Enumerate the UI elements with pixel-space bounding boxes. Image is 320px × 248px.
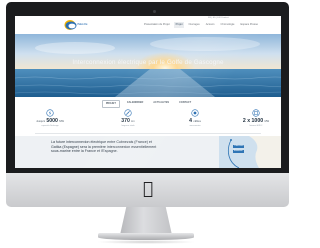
stat-exchange-capacity: Jusqu'à 5000 MW capacité d'échange <box>25 109 75 128</box>
stat-unit: MW <box>264 120 270 123</box>
screen: INELFE Presentation du Projet Projet Ouvra… <box>15 16 281 168</box>
tab-actualites[interactable]: ACTUALITES <box>150 100 172 108</box>
tab-calendrier[interactable]: CALENDRIER <box>124 100 146 108</box>
stat-caption: capacité d'échange <box>41 125 59 127</box>
stat-caption: liaisons HVDC <box>249 125 263 127</box>
stat-unit: km <box>131 120 135 123</box>
logo-text: INELFE <box>77 22 88 26</box>
ruler-icon <box>124 109 132 117</box>
tab-projet[interactable]: PROJET <box>101 100 120 108</box>
project-description: La future interconnexion électrique entr… <box>51 140 157 154</box>
stat-number: 5000 <box>46 118 58 124</box>
nav-item[interactable]: Chronologie <box>219 22 237 28</box>
stat-caption: longueur totale <box>121 125 135 127</box>
stat-converters: 2 x 1000 MW liaisons HVDC <box>231 109 281 128</box>
header-utility-links[interactable]: FR | ES | EN Contact <box>208 17 229 20</box>
monitor-stand <box>120 207 172 235</box>
stat-unit: MW <box>59 120 64 123</box>
site-logo[interactable]: INELFE <box>64 19 94 31</box>
cable-icon <box>191 109 199 117</box>
nav-item[interactable]: Ouvrages <box>186 22 201 28</box>
stat-number: 4 <box>189 118 192 124</box>
nav-item[interactable]: Projet <box>173 22 185 28</box>
stat-prefix: Jusqu'à <box>36 120 45 123</box>
map-label-origin: Cubnezais <box>233 145 245 148</box>
stat-number: 370 <box>121 118 130 124</box>
hero-title: Interconnexion électrique par le Golfe d… <box>72 59 224 66</box>
stat-caption: sous-marins <box>189 125 201 127</box>
converter-icon <box>252 109 260 117</box>
power-icon <box>46 109 54 117</box>
main-nav: Presentation du Projet Projet Ouvrages Acte… <box>142 21 262 29</box>
hero-banner: Interconnexion électrique par le Golfe d… <box>15 34 281 97</box>
imac-stage: INELFE Presentation du Projet Projet Ouvra… <box>0 0 291 248</box>
nav-item[interactable]: Acteurs <box>204 22 217 28</box>
stat-number: 2 x 1000 <box>242 118 264 124</box>
site-header: INELFE Presentation du Projet Projet Ouvra… <box>15 16 281 34</box>
map-label-city: Bordeaux <box>233 150 244 153</box>
section-divider <box>35 133 261 134</box>
stat-cables: 4 câbles sous-marins <box>170 109 220 128</box>
section-tabs: PROJET CALENDRIER ACTUALITES CONTACT <box>15 100 281 108</box>
stat-unit: câbles <box>193 120 201 123</box>
tab-contact[interactable]: CONTACT <box>176 100 194 108</box>
stand-shadow <box>96 240 196 244</box>
apple-logo-icon:  <box>139 179 157 199</box>
route-map-graphic <box>219 136 281 168</box>
nav-item[interactable]: Espace Presse <box>239 22 260 28</box>
nav-item[interactable]: Presentation du Projet <box>142 22 172 28</box>
stat-length: 370 km longueur totale <box>103 109 153 128</box>
route-map[interactable]: Cubnezais Bordeaux <box>219 136 281 168</box>
monitor-stand-base <box>98 233 194 240</box>
camera-icon <box>153 10 156 13</box>
